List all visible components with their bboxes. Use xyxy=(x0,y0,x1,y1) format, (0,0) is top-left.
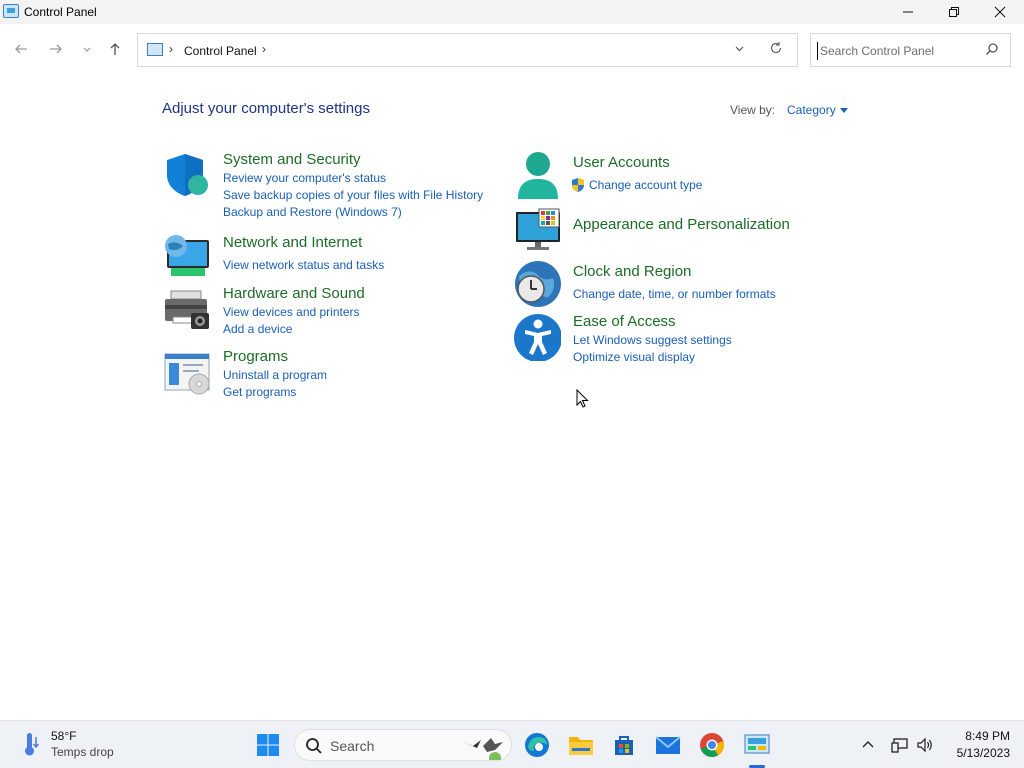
back-arrow-icon xyxy=(15,44,27,54)
link-devices-printers[interactable]: View devices and printers xyxy=(223,305,360,319)
taskbar-search-label: Search xyxy=(330,738,375,754)
minimize-icon xyxy=(903,11,913,13)
link-uninstall-program[interactable]: Uninstall a program xyxy=(223,368,327,382)
restore-icon xyxy=(949,7,959,17)
personalization-monitor-icon[interactable] xyxy=(513,207,561,255)
folder-icon xyxy=(569,737,593,755)
link-optimize-visual-display[interactable]: Optimize visual display xyxy=(573,350,695,364)
up-arrow-icon xyxy=(110,43,120,55)
show-hidden-icons-button[interactable] xyxy=(853,729,883,761)
restore-button[interactable] xyxy=(931,0,977,24)
link-windows-suggest-settings[interactable]: Let Windows suggest settings xyxy=(573,333,732,347)
close-icon xyxy=(994,6,1006,18)
taskbar-control-panel[interactable] xyxy=(741,729,773,761)
mouse-cursor-icon xyxy=(576,389,589,408)
breadcrumb-control-panel[interactable]: Control Panel xyxy=(184,44,257,58)
control-panel-icon xyxy=(147,43,163,56)
refresh-icon[interactable] xyxy=(769,41,783,58)
weather-condition: Temps drop xyxy=(51,745,114,759)
chevron-up-icon xyxy=(862,741,874,748)
minimize-button[interactable] xyxy=(885,0,931,24)
link-add-device[interactable]: Add a device xyxy=(223,322,292,336)
category-title[interactable]: Appearance and Personalization xyxy=(573,216,790,233)
start-button[interactable] xyxy=(252,729,284,761)
control-panel-icon xyxy=(3,4,19,18)
navigation-bar: › Control Panel › xyxy=(0,32,1024,68)
forward-button[interactable] xyxy=(47,40,65,58)
link-date-time-formats[interactable]: Change date, time, or number formats xyxy=(573,287,776,301)
user-icon[interactable] xyxy=(513,151,561,199)
category-title[interactable]: Ease of Access xyxy=(573,313,676,330)
uac-shield-icon xyxy=(572,178,584,192)
view-by-label: View by: xyxy=(730,103,776,117)
view-by-dropdown[interactable]: Category xyxy=(787,103,848,117)
taskbar-file-explorer[interactable] xyxy=(565,729,597,761)
taskbar-mail[interactable] xyxy=(652,729,684,761)
search-box[interactable] xyxy=(810,33,1011,67)
mail-icon xyxy=(655,736,681,754)
taskbar-chrome[interactable] xyxy=(696,729,728,761)
weather-temperature: 58°F xyxy=(51,729,77,743)
chevron-down-icon xyxy=(83,47,91,52)
search-icon xyxy=(306,738,322,754)
shield-icon[interactable] xyxy=(163,151,211,199)
clock-date: 5/13/2023 xyxy=(956,746,1010,760)
taskbar-edge[interactable] xyxy=(521,729,553,761)
search-highlight-birds-icon xyxy=(463,738,503,760)
page-heading: Adjust your computer's settings xyxy=(162,100,370,117)
windows-logo-icon xyxy=(257,734,279,756)
network-status-button[interactable] xyxy=(886,729,914,761)
recent-locations-button[interactable] xyxy=(78,40,96,58)
edge-icon xyxy=(525,733,549,757)
breadcrumb-chevron-icon[interactable]: › xyxy=(169,42,173,56)
link-file-history[interactable]: Save backup copies of your files with Fi… xyxy=(223,188,483,202)
search-input[interactable] xyxy=(817,42,977,60)
caret-down-icon[interactable] xyxy=(839,108,848,114)
link-backup-restore[interactable]: Backup and Restore (Windows 7) xyxy=(223,205,402,219)
link-review-status[interactable]: Review your computer's status xyxy=(223,171,386,185)
speaker-icon xyxy=(917,737,932,753)
category-title[interactable]: System and Security xyxy=(223,151,361,168)
category-title[interactable]: Network and Internet xyxy=(223,234,362,251)
category-title[interactable]: Programs xyxy=(223,348,288,365)
clock-time: 8:49 PM xyxy=(965,729,1010,743)
printer-icon[interactable] xyxy=(163,285,211,333)
taskbar: 58°F Temps drop Search 8:49 PM 5/13/2023 xyxy=(0,720,1024,768)
taskbar-clock[interactable]: 8:49 PM 5/13/2023 xyxy=(940,729,1010,760)
title-bar: Control Panel xyxy=(0,0,1024,24)
close-button[interactable] xyxy=(977,0,1023,24)
link-change-account-type[interactable]: Change account type xyxy=(589,178,702,192)
category-title[interactable]: Hardware and Sound xyxy=(223,285,365,302)
taskbar-search[interactable]: Search xyxy=(294,729,512,761)
search-icon[interactable] xyxy=(985,42,999,56)
accessibility-icon[interactable] xyxy=(513,313,561,361)
network-icon xyxy=(891,738,908,753)
clock-globe-icon[interactable] xyxy=(513,260,561,308)
control-panel-icon xyxy=(744,734,770,754)
breadcrumb-chevron-icon[interactable]: › xyxy=(262,42,266,56)
window-title: Control Panel xyxy=(24,5,97,19)
forward-arrow-icon xyxy=(50,44,62,54)
address-bar[interactable]: › Control Panel › xyxy=(137,33,798,67)
chrome-icon xyxy=(700,733,725,757)
thermometer-icon xyxy=(25,733,40,756)
network-globe-icon[interactable] xyxy=(163,234,211,282)
view-by-value[interactable]: Category xyxy=(787,103,836,117)
link-network-status[interactable]: View network status and tasks xyxy=(223,258,384,272)
store-icon xyxy=(615,736,633,755)
link-get-programs[interactable]: Get programs xyxy=(223,385,296,399)
category-title[interactable]: Clock and Region xyxy=(573,263,691,280)
back-button[interactable] xyxy=(12,40,30,58)
taskbar-store[interactable] xyxy=(608,729,640,761)
category-title[interactable]: User Accounts xyxy=(573,154,670,171)
volume-button[interactable] xyxy=(911,729,939,761)
address-dropdown-icon[interactable] xyxy=(734,43,745,57)
programs-icon[interactable] xyxy=(163,348,211,396)
up-button[interactable] xyxy=(106,40,124,58)
